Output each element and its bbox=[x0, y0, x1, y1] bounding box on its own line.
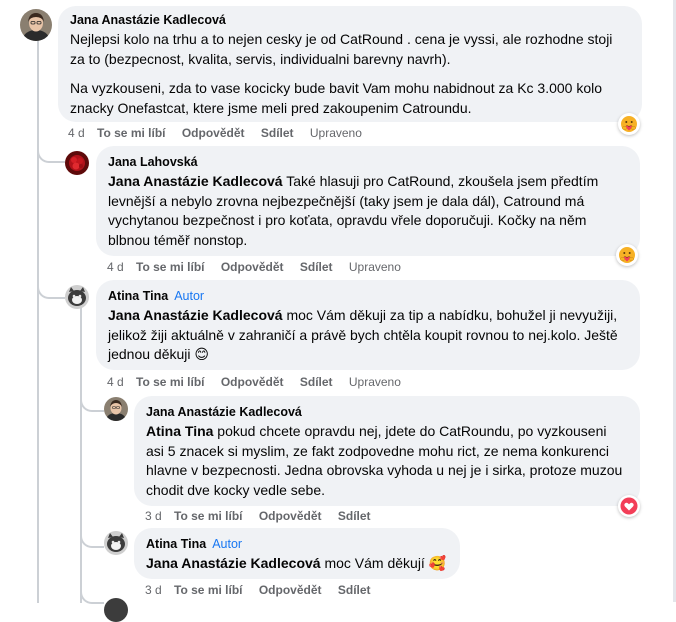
comment-actions: 4 d To se mi líbí Odpovědět Sdílet Uprav… bbox=[107, 259, 414, 275]
thread-connector-nested-1 bbox=[80, 390, 104, 412]
comment-body: pokud chcete opravdu nej, jdete do CatRo… bbox=[146, 423, 623, 498]
avatar[interactable] bbox=[20, 9, 52, 41]
avatar[interactable] bbox=[104, 531, 128, 555]
mention-link[interactable]: Atina Tina bbox=[146, 423, 213, 439]
comment-bubble: Jana Lahovská Jana Anastázie Kadlecová T… bbox=[96, 146, 640, 256]
reply-button[interactable]: Odpovědět bbox=[182, 125, 245, 141]
love-heart-icon[interactable] bbox=[618, 495, 640, 517]
comment-timestamp[interactable]: 3 d bbox=[145, 508, 162, 524]
comment-bubble: Atina Tina Autor Jana Anastázie Kadlecová… bbox=[96, 280, 640, 370]
like-button[interactable]: To se mi líbí bbox=[136, 374, 204, 390]
comment-bubble: Jana Anastázie Kadlecová Nejlepsi kolo n… bbox=[58, 6, 642, 122]
comment-timestamp[interactable]: 4 d bbox=[107, 374, 124, 390]
smiling-hearts-emoji-icon: 🥰 bbox=[428, 555, 447, 571]
smile-emoji-icon: 😊 bbox=[194, 346, 210, 362]
like-button[interactable]: To se mi líbí bbox=[174, 582, 242, 598]
comment-actions: 3 d To se mi líbí Odpovědět Sdílet bbox=[145, 582, 384, 598]
mention-link[interactable]: Jana Anastázie Kadlecová bbox=[108, 307, 283, 323]
share-button[interactable]: Sdílet bbox=[300, 374, 333, 390]
avatar[interactable] bbox=[65, 285, 89, 309]
comment-text: Jana Anastázie Kadlecová moc Vám děkuji … bbox=[108, 306, 628, 365]
thread-line-main bbox=[37, 40, 39, 603]
comment-bubble: Atina Tina Autor Jana Anastázie Kadlecová… bbox=[134, 528, 460, 579]
comment-text: Nejlepsi kolo na trhu a to nejen cesky j… bbox=[70, 30, 630, 118]
thread-line-nested bbox=[80, 308, 82, 603]
share-button[interactable]: Sdílet bbox=[338, 582, 371, 598]
comment-timestamp[interactable]: 4 d bbox=[68, 125, 85, 141]
care-emoji-icon[interactable] bbox=[616, 244, 638, 266]
comment-author[interactable]: Jana Anastázie Kadlecová bbox=[146, 404, 628, 420]
comment-timestamp[interactable]: 4 d bbox=[107, 259, 124, 275]
author-name[interactable]: Atina Tina bbox=[108, 289, 168, 303]
avatar[interactable] bbox=[104, 397, 128, 421]
comment-author[interactable]: Jana Anastázie Kadlecová bbox=[70, 12, 630, 28]
comment-paragraph: Na vyzkouseni, zda to vase kocicky bude … bbox=[70, 80, 603, 116]
reply-button[interactable]: Odpovědět bbox=[259, 582, 322, 598]
author-badge: Autor bbox=[174, 289, 205, 303]
comment-author[interactable]: Jana Lahovská bbox=[108, 154, 628, 170]
share-button[interactable]: Sdílet bbox=[261, 125, 294, 141]
thread-connector-reply-2 bbox=[37, 276, 65, 299]
comment-paragraph: Nejlepsi kolo na trhu a to nejen cesky j… bbox=[70, 31, 613, 67]
reply-button[interactable]: Odpovědět bbox=[221, 259, 284, 275]
comment-text: Atina Tina pokud chcete opravdu nej, jde… bbox=[146, 422, 628, 500]
reply-button[interactable]: Odpovědět bbox=[259, 508, 322, 524]
comment-body: moc Vám děkují bbox=[320, 555, 429, 571]
comment-timestamp[interactable]: 3 d bbox=[145, 582, 162, 598]
comment-text: Jana Anastázie Kadlecová Také hlasuji pr… bbox=[108, 172, 628, 250]
comment-bubble: Jana Anastázie Kadlecová Atina Tina poku… bbox=[134, 396, 640, 506]
author-name[interactable]: Atina Tina bbox=[146, 537, 206, 551]
comment-text: Jana Anastázie Kadlecová moc Vám děkují … bbox=[146, 554, 448, 574]
like-button[interactable]: To se mi líbí bbox=[97, 125, 165, 141]
care-emoji-icon[interactable] bbox=[618, 113, 640, 135]
reply-button[interactable]: Odpovědět bbox=[221, 374, 284, 390]
edited-label[interactable]: Upraveno bbox=[310, 125, 362, 141]
thread-connector-nested-2 bbox=[80, 526, 104, 548]
mention-link[interactable]: Jana Anastázie Kadlecová bbox=[146, 555, 321, 571]
edited-label[interactable]: Upraveno bbox=[349, 374, 401, 390]
comment-actions: 4 d To se mi líbí Odpovědět Sdílet Uprav… bbox=[107, 374, 414, 390]
thread-connector-reply-1 bbox=[37, 140, 65, 163]
avatar[interactable] bbox=[65, 151, 89, 175]
thread-connector-nested-3 bbox=[80, 582, 104, 604]
mention-link[interactable]: Jana Anastázie Kadlecová bbox=[108, 173, 283, 189]
edited-label[interactable]: Upraveno bbox=[349, 259, 401, 275]
comment-actions: 4 d To se mi líbí Odpovědět Sdílet Uprav… bbox=[68, 125, 375, 141]
comment-author: Atina Tina Autor bbox=[108, 288, 628, 304]
like-button[interactable]: To se mi líbí bbox=[174, 508, 242, 524]
like-button[interactable]: To se mi líbí bbox=[136, 259, 204, 275]
comment-actions: 3 d To se mi líbí Odpovědět Sdílet bbox=[145, 508, 384, 524]
share-button[interactable]: Sdílet bbox=[338, 508, 371, 524]
author-badge: Autor bbox=[212, 537, 243, 551]
comment-author: Atina Tina Autor bbox=[146, 536, 448, 552]
share-button[interactable]: Sdílet bbox=[300, 259, 333, 275]
